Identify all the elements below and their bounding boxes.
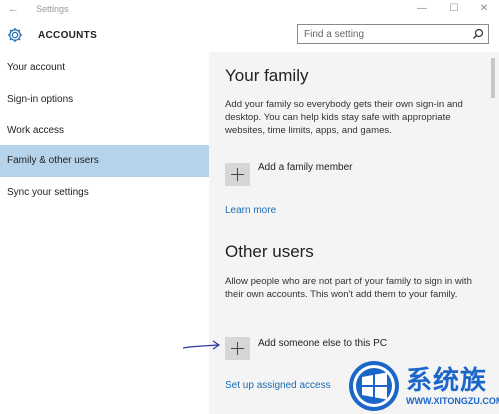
sidebar-item-family-other-users[interactable]: Family & other users [0,145,209,177]
sidebar-item-label: Work access [7,125,65,136]
minimize-button[interactable]: — [412,2,432,16]
family-description: Add your family so everybody gets their … [225,99,463,136]
add-family-member-label[interactable]: Add a family member [258,162,352,173]
sidebar-item-sync-settings[interactable]: Sync your settings [0,177,209,209]
title-bar: ← Settings — ☐ ✕ [0,0,499,20]
sidebar-item-label: Sign-in options [7,94,74,105]
sidebar: Your account Sign-in options Work access… [0,52,209,414]
sidebar-item-label: Your account [7,62,66,73]
sidebar-item-your-account[interactable]: Your account [0,52,209,84]
sidebar-item-label: Family & other users [7,155,99,166]
sidebar-item-work-access[interactable]: Work access [0,115,209,147]
window-title: Settings [36,4,69,14]
close-button[interactable]: ✕ [474,2,494,16]
other-users-description: Allow people who are not part of your fa… [225,276,472,300]
sidebar-item-label: Sync your settings [7,187,89,198]
learn-more-link[interactable]: Learn more [225,205,276,216]
family-heading: Your family [225,66,309,85]
search-input[interactable]: Find a setting [297,24,489,44]
search-icon[interactable] [472,28,484,40]
add-someone-label[interactable]: Add someone else to this PC [258,338,387,349]
scrollbar[interactable] [491,58,495,98]
sidebar-item-sign-in-options[interactable]: Sign-in options [0,84,209,116]
maximize-button[interactable]: ☐ [444,2,464,16]
page-title: ACCOUNTS [38,30,98,41]
annotation-arrow-icon [182,340,221,350]
gear-icon [7,27,23,43]
other-users-heading: Other users [225,242,314,261]
add-family-member-button[interactable] [225,163,250,186]
watermark-url: WWW.XITONGZU.COM [406,396,499,406]
watermark-text: 系统族 [406,365,488,395]
add-someone-button[interactable] [225,337,250,360]
assigned-access-link[interactable]: Set up assigned access [225,380,331,391]
search-placeholder: Find a setting [304,29,365,40]
back-button[interactable]: ← [8,3,19,15]
